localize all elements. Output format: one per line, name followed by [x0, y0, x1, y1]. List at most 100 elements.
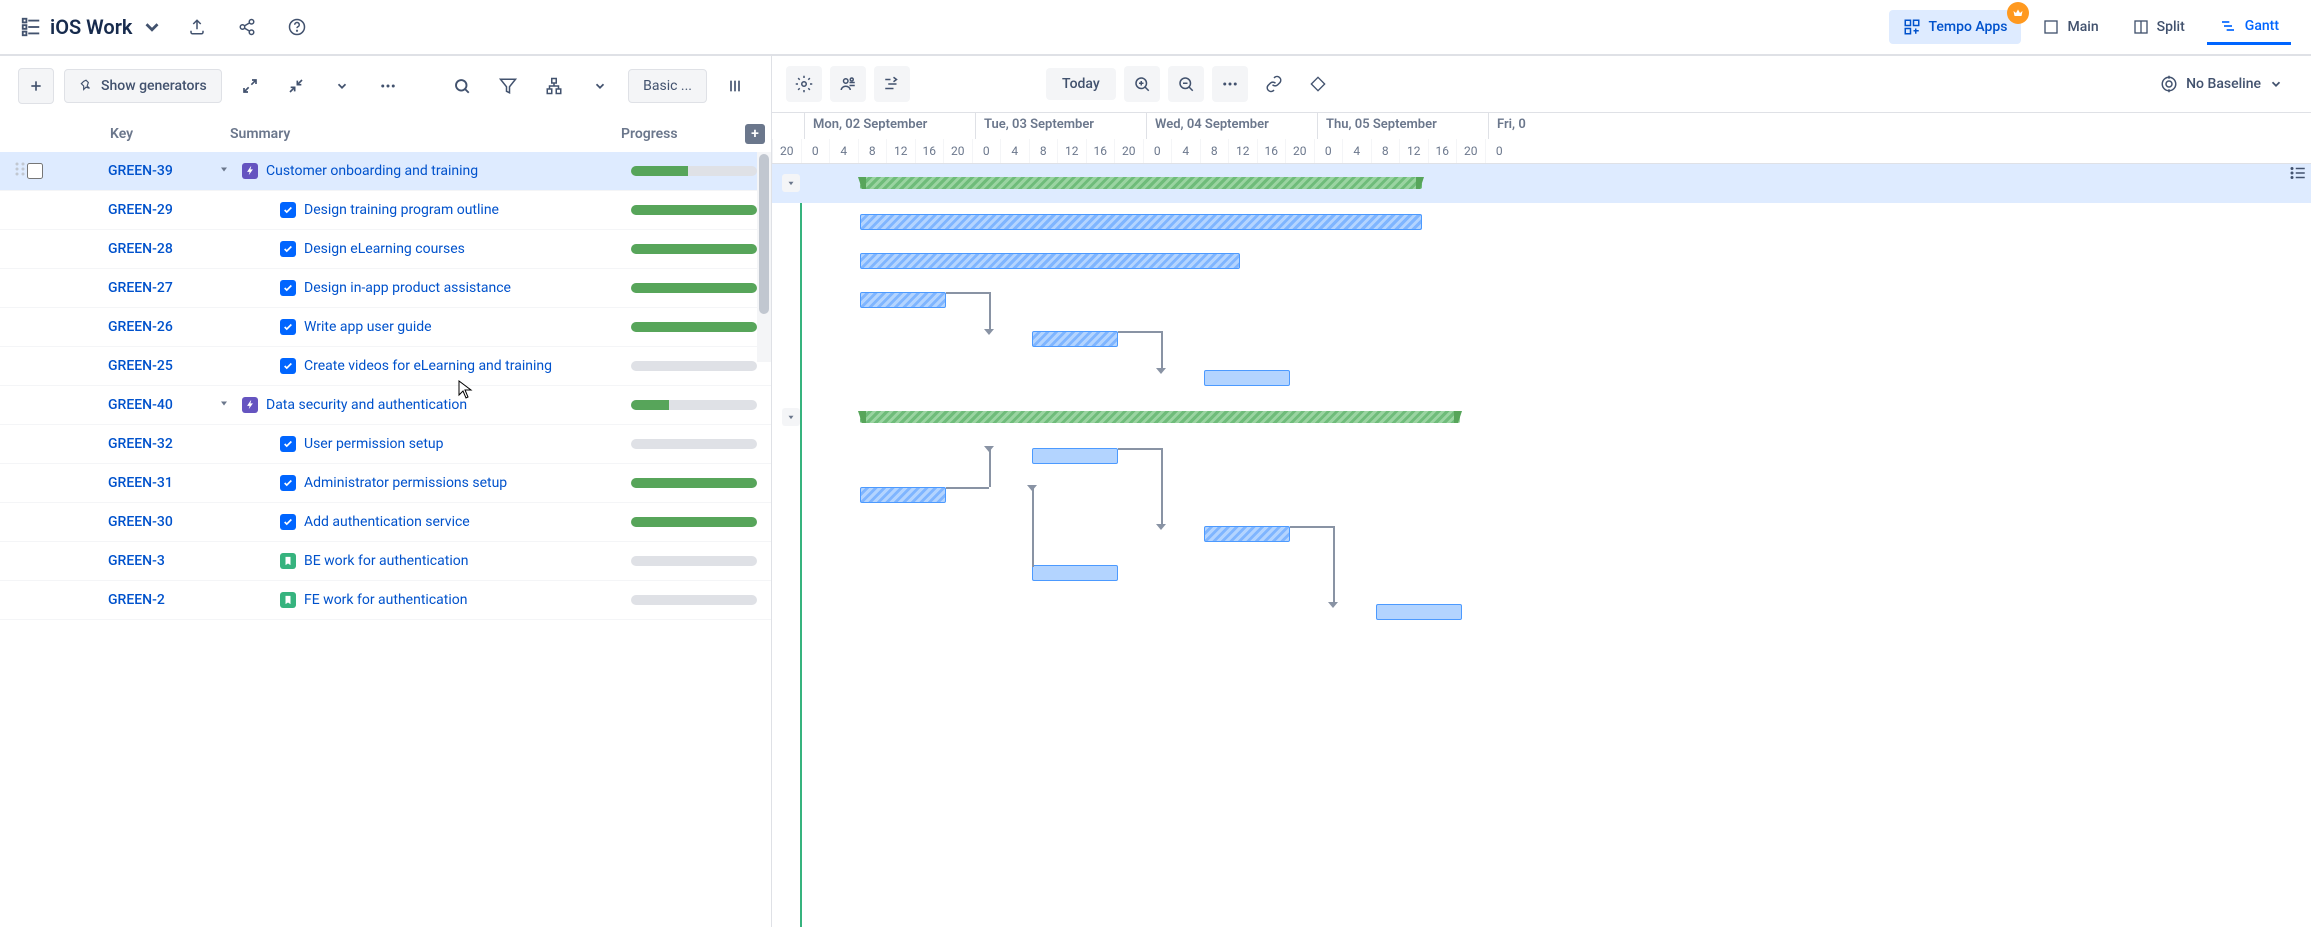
- table-row[interactable]: GREEN-30 Add authentication service: [0, 503, 771, 542]
- gantt-bar[interactable]: [860, 411, 1460, 423]
- expand-caret[interactable]: [218, 397, 234, 413]
- table-row[interactable]: GREEN-29 Design training program outline: [0, 191, 771, 230]
- gantt-row[interactable]: [772, 554, 2311, 593]
- gantt-bar[interactable]: [1032, 448, 1118, 464]
- tempo-apps-button[interactable]: Tempo Apps: [1889, 10, 2022, 44]
- help-button[interactable]: [281, 11, 313, 43]
- issue-summary[interactable]: Design eLearning courses: [304, 241, 465, 257]
- gantt-row[interactable]: [772, 593, 2311, 632]
- share-button[interactable]: [231, 11, 263, 43]
- export-button[interactable]: [181, 11, 213, 43]
- hierarchy-button[interactable]: [536, 68, 572, 104]
- table-row[interactable]: GREEN-28 Design eLearning courses: [0, 230, 771, 269]
- table-row[interactable]: GREEN-31 Administrator permissions setup: [0, 464, 771, 503]
- issue-summary[interactable]: Add authentication service: [304, 514, 470, 530]
- issue-summary[interactable]: Administrator permissions setup: [304, 475, 507, 491]
- view-main-button[interactable]: Main: [2031, 11, 2110, 43]
- gantt-row[interactable]: [772, 437, 2311, 476]
- table-row[interactable]: GREEN-26 Write app user guide: [0, 308, 771, 347]
- row-checkbox[interactable]: [27, 163, 53, 179]
- add-row-button[interactable]: [18, 68, 54, 104]
- issue-key[interactable]: GREEN-28: [108, 241, 218, 257]
- issue-summary[interactable]: FE work for authentication: [304, 592, 467, 608]
- issue-key[interactable]: GREEN-29: [108, 202, 218, 218]
- row-checkbox[interactable]: [27, 241, 53, 257]
- expand-caret[interactable]: [218, 163, 234, 179]
- gantt-more-button[interactable]: [1212, 66, 1248, 102]
- issue-key[interactable]: GREEN-31: [108, 475, 218, 491]
- zoom-in-button[interactable]: [1124, 66, 1160, 102]
- table-row[interactable]: GREEN-27 Design in-app product assistanc…: [0, 269, 771, 308]
- gantt-collapse-button[interactable]: [782, 174, 800, 192]
- project-selector[interactable]: iOS Work: [20, 15, 163, 39]
- row-checkbox[interactable]: [27, 358, 53, 374]
- gantt-bar[interactable]: [1204, 526, 1290, 542]
- gantt-row[interactable]: [772, 398, 2311, 437]
- issue-summary[interactable]: User permission setup: [304, 436, 444, 452]
- row-checkbox[interactable]: [27, 553, 53, 569]
- issue-summary[interactable]: Write app user guide: [304, 319, 432, 335]
- row-checkbox[interactable]: [27, 319, 53, 335]
- gantt-row[interactable]: [772, 359, 2311, 398]
- collapse-button[interactable]: [278, 68, 314, 104]
- issue-summary[interactable]: Data security and authentication: [266, 397, 467, 413]
- gantt-row[interactable]: [772, 515, 2311, 554]
- gantt-settings-button[interactable]: [786, 66, 822, 102]
- gantt-collapse-button[interactable]: [782, 408, 800, 426]
- issue-key[interactable]: GREEN-39: [108, 163, 218, 179]
- table-row[interactable]: GREEN-40 Data security and authenticatio…: [0, 386, 771, 425]
- filter-button[interactable]: [490, 68, 526, 104]
- columns-button[interactable]: [717, 68, 753, 104]
- gantt-row[interactable]: [772, 320, 2311, 359]
- milestones-button[interactable]: [1300, 66, 1336, 102]
- row-checkbox[interactable]: [27, 475, 53, 491]
- issue-key[interactable]: GREEN-26: [108, 319, 218, 335]
- gantt-baseline-button[interactable]: [874, 66, 910, 102]
- issue-key[interactable]: GREEN-32: [108, 436, 218, 452]
- table-row[interactable]: GREEN-32 User permission setup: [0, 425, 771, 464]
- issue-summary[interactable]: BE work for authentication: [304, 553, 468, 569]
- gantt-row[interactable]: [772, 281, 2311, 320]
- row-checkbox[interactable]: [27, 436, 53, 452]
- gantt-bar[interactable]: [1376, 604, 1462, 620]
- toolbar-dropdown-button[interactable]: [582, 68, 618, 104]
- gantt-bar[interactable]: [860, 292, 946, 308]
- issue-key[interactable]: GREEN-25: [108, 358, 218, 374]
- issue-key[interactable]: GREEN-30: [108, 514, 218, 530]
- row-checkbox[interactable]: [27, 202, 53, 218]
- gantt-bar[interactable]: [860, 214, 1422, 230]
- table-row[interactable]: GREEN-3 BE work for authentication: [0, 542, 771, 581]
- scrollbar[interactable]: [757, 152, 771, 362]
- more-button[interactable]: [370, 68, 406, 104]
- toolbar-chevron-button[interactable]: [324, 68, 360, 104]
- baseline-selector[interactable]: No Baseline: [2146, 67, 2297, 101]
- table-row[interactable]: GREEN-39 Customer onboarding and trainin…: [0, 152, 771, 191]
- gantt-bar[interactable]: [1204, 370, 1290, 386]
- show-generators-button[interactable]: Show generators: [64, 69, 222, 103]
- gantt-row[interactable]: [772, 242, 2311, 281]
- search-button[interactable]: [444, 68, 480, 104]
- gantt-bar[interactable]: [1032, 565, 1118, 581]
- today-button[interactable]: Today: [1046, 68, 1116, 100]
- zoom-out-button[interactable]: [1168, 66, 1204, 102]
- issue-key[interactable]: GREEN-40: [108, 397, 218, 413]
- list-toggle-button[interactable]: [2289, 164, 2307, 186]
- issue-summary[interactable]: Design in-app product assistance: [304, 280, 511, 296]
- issue-summary[interactable]: Customer onboarding and training: [266, 163, 478, 179]
- row-checkbox[interactable]: [27, 592, 53, 608]
- col-header-key[interactable]: Key: [110, 126, 230, 142]
- view-gantt-button[interactable]: Gantt: [2207, 10, 2291, 45]
- gantt-row[interactable]: [772, 164, 2311, 203]
- gantt-resources-button[interactable]: [830, 66, 866, 102]
- issue-summary[interactable]: Design training program outline: [304, 202, 499, 218]
- gantt-bar[interactable]: [860, 253, 1240, 269]
- gantt-bar[interactable]: [860, 177, 1422, 189]
- issue-summary[interactable]: Create videos for eLearning and training: [304, 358, 552, 374]
- row-checkbox[interactable]: [27, 514, 53, 530]
- gantt-bar[interactable]: [1032, 331, 1118, 347]
- gantt-bar[interactable]: [860, 487, 946, 503]
- row-checkbox[interactable]: [27, 280, 53, 296]
- view-split-button[interactable]: Split: [2121, 11, 2197, 43]
- table-row[interactable]: GREEN-2 FE work for authentication: [0, 581, 771, 620]
- col-header-summary[interactable]: Summary: [230, 126, 621, 142]
